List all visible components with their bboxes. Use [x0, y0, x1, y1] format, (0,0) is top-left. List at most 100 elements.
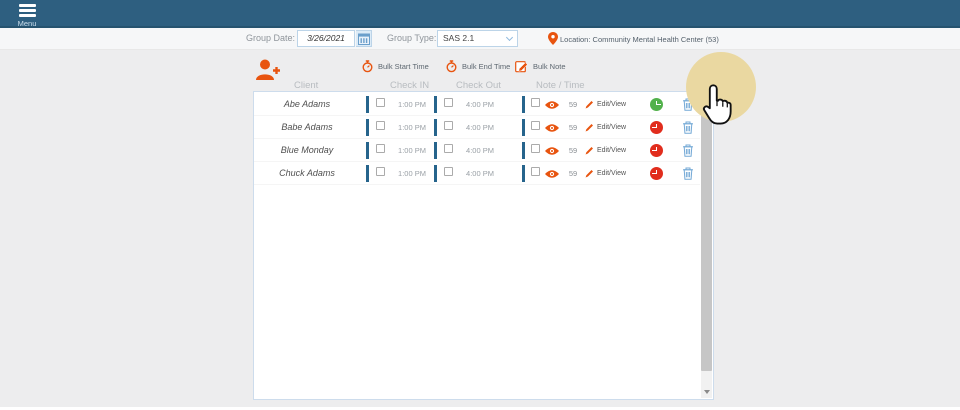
group-type-value: SAS 2.1: [443, 33, 474, 43]
menu-button[interactable]: Menu: [6, 2, 48, 28]
check-in-time: 1:00 PM: [390, 139, 434, 162]
check-out-time: 4:00 PM: [458, 93, 502, 116]
note-count: 59: [565, 93, 581, 116]
down-triangle-icon: [704, 390, 710, 394]
eye-icon[interactable]: [544, 123, 560, 133]
hamburger-icon: [6, 4, 48, 17]
add-person-icon: [254, 70, 282, 87]
column-divider: [522, 142, 525, 159]
bulk-start-time-label: Bulk Start Time: [378, 62, 429, 71]
clock-status-icon[interactable]: [650, 167, 663, 180]
clock-status-icon[interactable]: [650, 98, 663, 111]
pencil-icon: [585, 100, 594, 109]
column-divider: [366, 142, 369, 159]
scrollbar-down-arrow[interactable]: [701, 386, 712, 398]
check-out-time: 4:00 PM: [458, 162, 502, 185]
client-name: Abe Adams: [254, 93, 360, 116]
main-content: Bulk Start Time Bulk End Time Bulk Note …: [0, 50, 960, 407]
column-header-check-out: Check Out: [456, 80, 501, 91]
note-edit-icon: [515, 60, 529, 73]
bulk-note-button[interactable]: Bulk Note: [515, 60, 566, 73]
column-divider: [434, 165, 437, 182]
group-type-label: Group Type:: [387, 33, 436, 43]
check-out-checkbox[interactable]: [444, 98, 453, 107]
clock-status-icon[interactable]: [650, 144, 663, 157]
stopwatch-icon: [361, 60, 374, 73]
note-checkbox[interactable]: [531, 121, 540, 130]
check-out-checkbox[interactable]: [444, 167, 453, 176]
trash-icon[interactable]: [682, 121, 694, 134]
bulk-start-time-button[interactable]: Bulk Start Time: [361, 60, 429, 73]
clock-status-icon[interactable]: [650, 121, 663, 134]
note-checkbox[interactable]: [531, 167, 540, 176]
check-out-time: 4:00 PM: [458, 139, 502, 162]
check-in-checkbox[interactable]: [376, 167, 385, 176]
table-row: Chuck Adams 1:00 PM 4:00 PM 59 Edit/View: [254, 162, 700, 185]
group-date-input[interactable]: 3/26/2021: [297, 30, 355, 47]
column-divider: [434, 142, 437, 159]
edit-view-label: Edit/View: [597, 147, 626, 154]
column-divider: [522, 96, 525, 113]
edit-view-button[interactable]: Edit/View: [585, 93, 626, 116]
bulk-end-time-button[interactable]: Bulk End Time: [445, 60, 510, 73]
bulk-note-label: Bulk Note: [533, 62, 566, 71]
pencil-icon: [585, 123, 594, 132]
app-header: Menu: [0, 0, 960, 28]
pencil-icon: [585, 146, 594, 155]
map-pin-icon: [548, 32, 558, 50]
client-table-panel: Abe Adams 1:00 PM 4:00 PM 59 Edit/View B…: [253, 91, 714, 400]
eye-icon[interactable]: [544, 100, 560, 110]
stopwatch-icon: [445, 60, 458, 73]
client-name: Blue Monday: [254, 139, 360, 162]
check-in-time: 1:00 PM: [390, 93, 434, 116]
column-divider: [366, 165, 369, 182]
check-out-checkbox[interactable]: [444, 121, 453, 130]
trash-icon[interactable]: [682, 167, 694, 180]
column-divider: [522, 165, 525, 182]
edit-view-button[interactable]: Edit/View: [585, 116, 626, 139]
note-checkbox[interactable]: [531, 98, 540, 107]
column-header-check-in: Check IN: [390, 80, 429, 91]
check-in-checkbox[interactable]: [376, 98, 385, 107]
column-divider: [522, 119, 525, 136]
toolbar: Group Date: 3/26/2021 Group Type: SAS 2.…: [0, 28, 960, 50]
calendar-icon: [358, 33, 370, 45]
edit-view-label: Edit/View: [597, 124, 626, 131]
trash-icon[interactable]: [682, 144, 694, 157]
edit-view-label: Edit/View: [597, 101, 626, 108]
edit-view-button[interactable]: Edit/View: [585, 162, 626, 185]
scrollbar-thumb[interactable]: [701, 93, 712, 371]
client-rows: Abe Adams 1:00 PM 4:00 PM 59 Edit/View B…: [254, 93, 700, 185]
group-type-select[interactable]: SAS 2.1: [437, 30, 518, 47]
table-row: Babe Adams 1:00 PM 4:00 PM 59 Edit/View: [254, 116, 700, 139]
check-in-checkbox[interactable]: [376, 144, 385, 153]
add-client-button[interactable]: [254, 57, 282, 88]
check-in-checkbox[interactable]: [376, 121, 385, 130]
column-header-note-time: Note / Time: [536, 80, 585, 91]
client-name: Babe Adams: [254, 116, 360, 139]
edit-view-button[interactable]: Edit/View: [585, 139, 626, 162]
hand-pointer-cursor: [700, 83, 734, 127]
pencil-icon: [585, 169, 594, 178]
column-divider: [366, 119, 369, 136]
check-out-checkbox[interactable]: [444, 144, 453, 153]
table-row: Blue Monday 1:00 PM 4:00 PM 59 Edit/View: [254, 139, 700, 162]
note-count: 59: [565, 116, 581, 139]
note-count: 59: [565, 162, 581, 185]
calendar-button[interactable]: [356, 30, 372, 47]
column-divider: [366, 96, 369, 113]
location-text: Location: Community Mental Health Center…: [560, 35, 719, 44]
scrollbar[interactable]: [701, 93, 712, 398]
column-header-client: Client: [294, 80, 318, 91]
group-date-label: Group Date:: [246, 33, 295, 43]
eye-icon[interactable]: [544, 169, 560, 179]
column-divider: [434, 96, 437, 113]
note-checkbox[interactable]: [531, 144, 540, 153]
check-in-time: 1:00 PM: [390, 116, 434, 139]
client-name: Chuck Adams: [254, 162, 360, 185]
edit-view-label: Edit/View: [597, 170, 626, 177]
eye-icon[interactable]: [544, 146, 560, 156]
note-count: 59: [565, 139, 581, 162]
table-row: Abe Adams 1:00 PM 4:00 PM 59 Edit/View: [254, 93, 700, 116]
column-divider: [434, 119, 437, 136]
